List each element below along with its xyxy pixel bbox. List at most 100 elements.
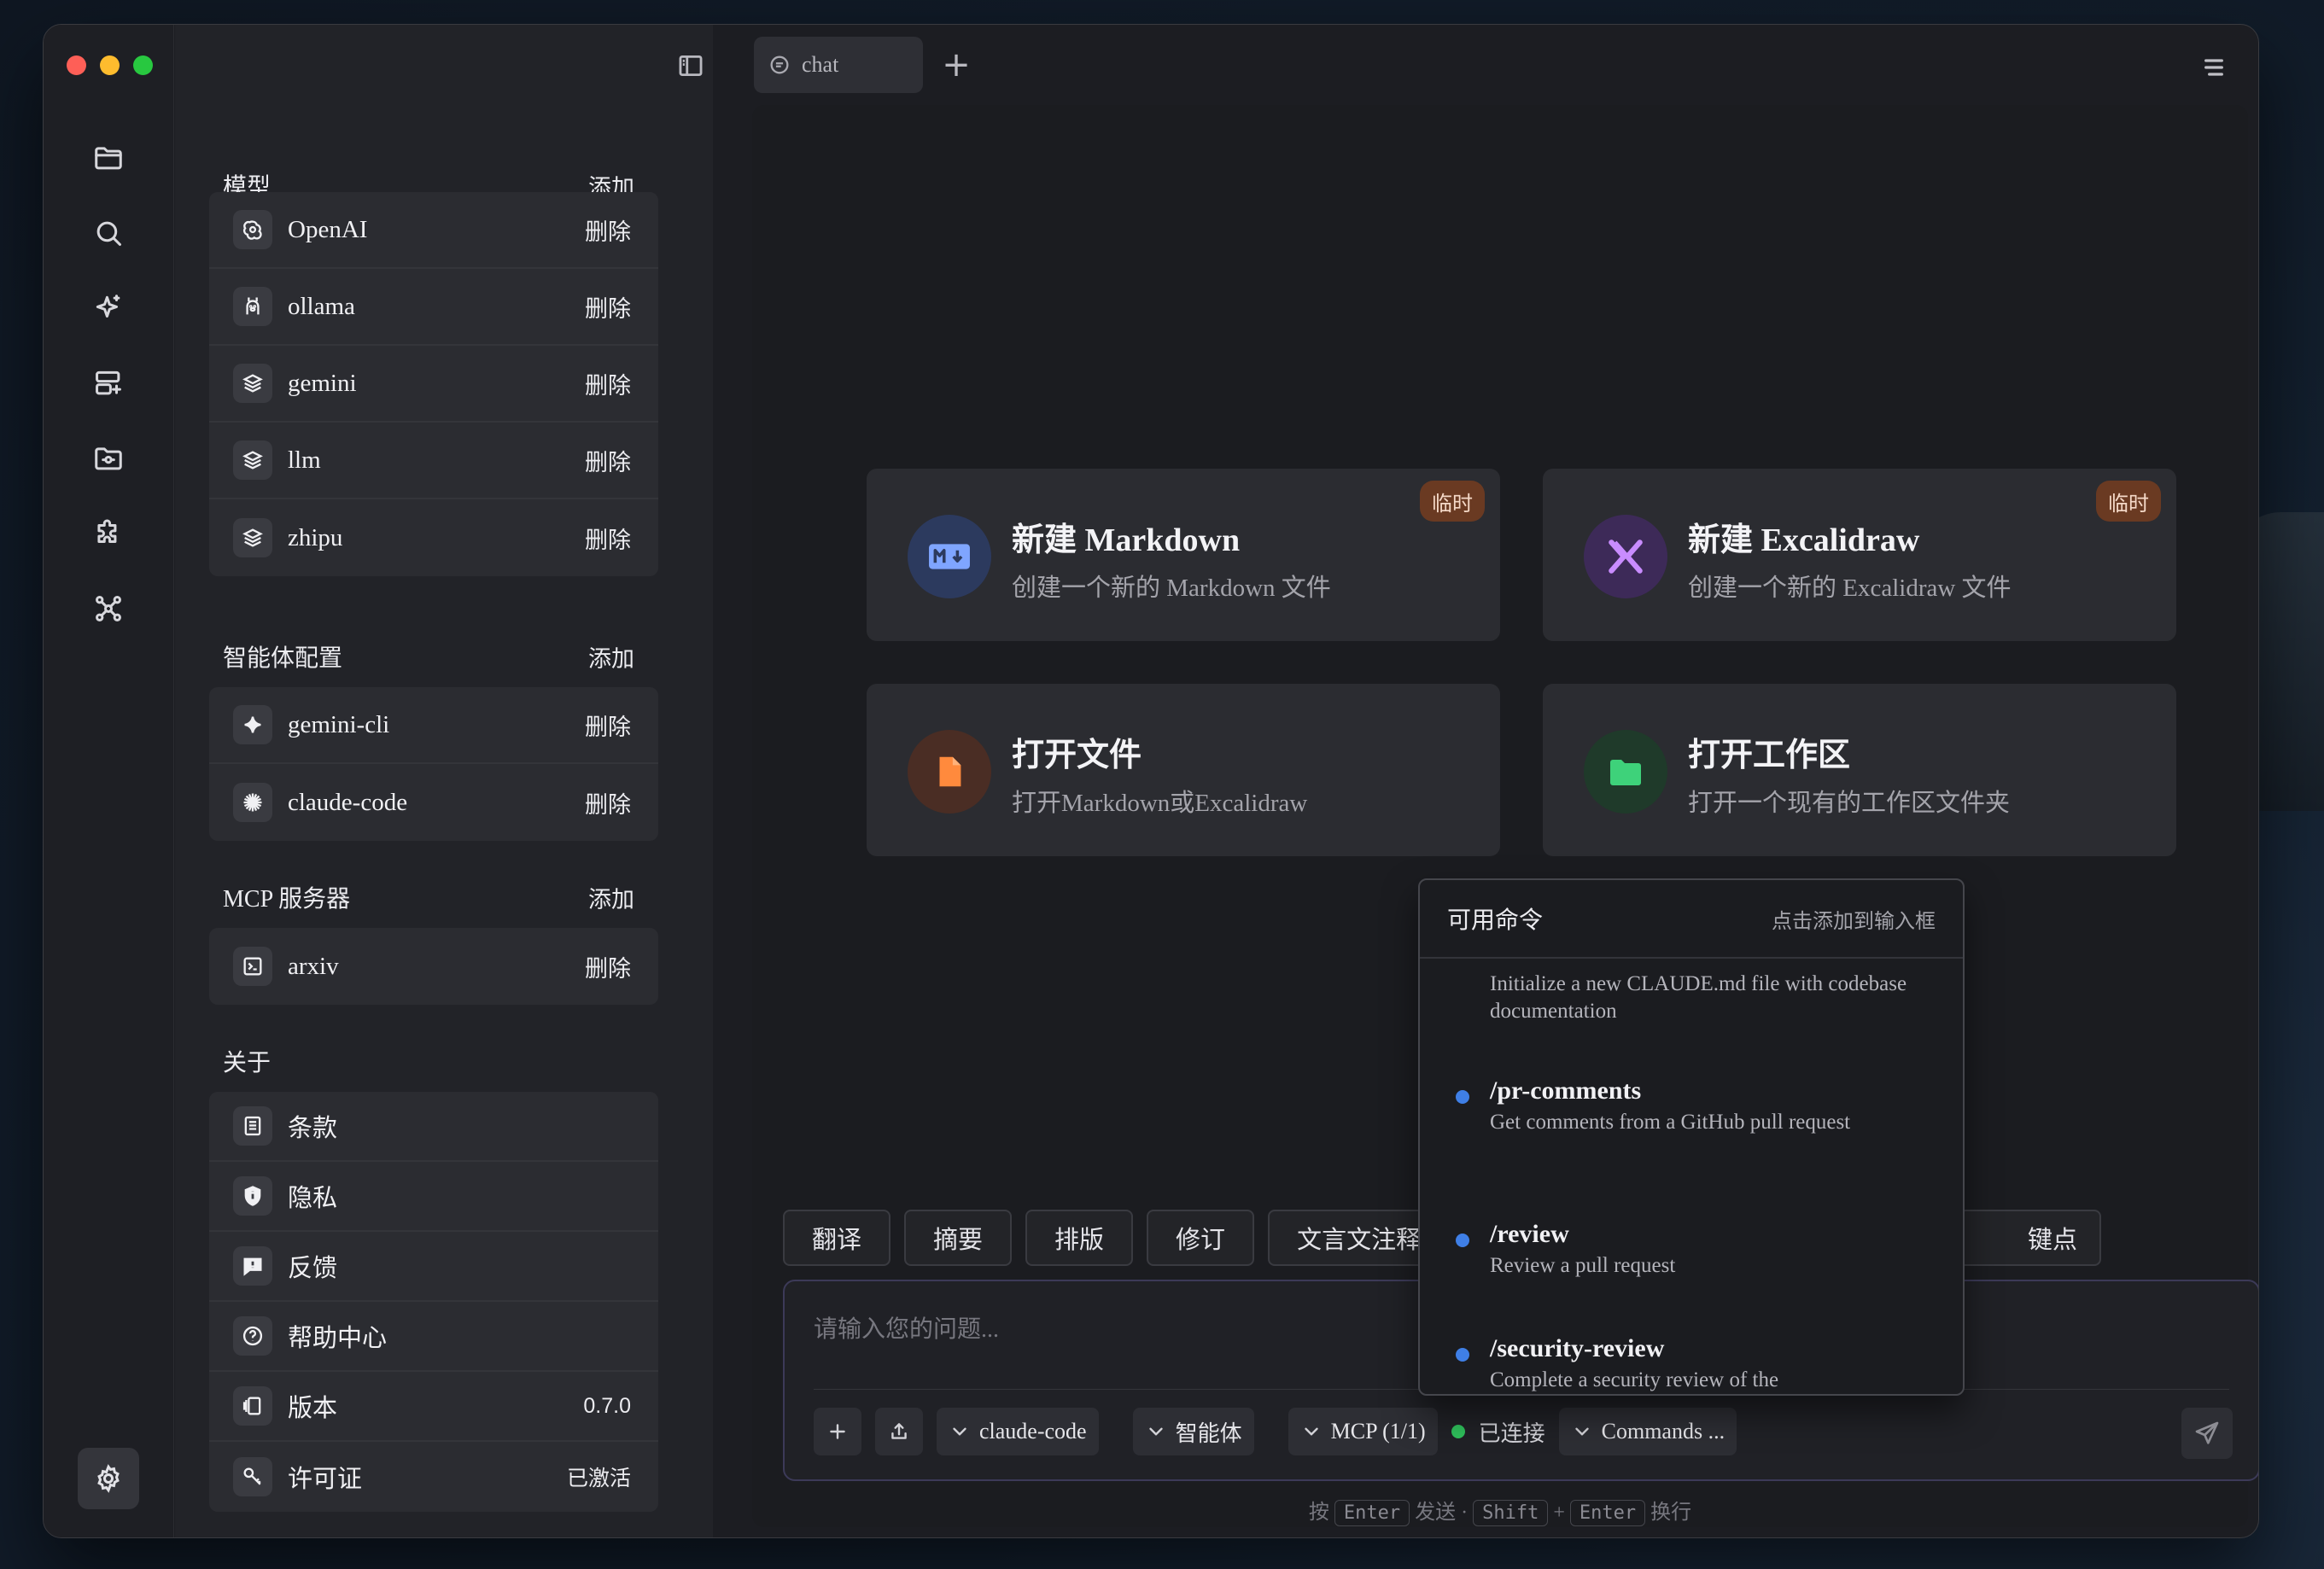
about-item-feedback[interactable]: 反馈 (209, 1232, 658, 1302)
send-button[interactable] (2181, 1408, 2233, 1459)
delete-mcp-button[interactable]: 删除 (585, 950, 631, 983)
mcp-menu[interactable]: MCP (1/1) (1288, 1408, 1438, 1455)
model-label: gemini (288, 369, 357, 397)
command-item-pr-comments[interactable]: /pr-comments Get comments from a GitHub … (1456, 1076, 1934, 1136)
model-row-openai[interactable]: OpenAI 删除 (209, 192, 658, 269)
commands-menu[interactable]: Commands ... (1558, 1408, 1737, 1455)
version-value: 0.7.0 (583, 1393, 631, 1418)
model-row-llm[interactable]: llm 删除 (209, 423, 658, 499)
chip-summary[interactable]: 摘要 (904, 1210, 1013, 1266)
version-icon (233, 1386, 272, 1426)
delete-model-button[interactable]: 删除 (585, 522, 631, 555)
command-dot (1456, 1234, 1469, 1247)
settings-button[interactable] (78, 1448, 139, 1509)
about-label: 反馈 (288, 1255, 338, 1282)
chip-format[interactable]: 排版 (1025, 1210, 1134, 1266)
sidebar-toggle-button[interactable] (672, 47, 709, 85)
license-status: 已激活 (566, 1467, 631, 1490)
menu-icon (2204, 59, 2223, 76)
sidebar-icon (679, 55, 703, 77)
command-description: Initialize a new CLAUDE.md file with cod… (1490, 972, 1907, 1023)
about-item-terms[interactable]: 条款 (209, 1092, 658, 1162)
card-description: 创建一个新的 Excalidraw 文件 (1688, 575, 2012, 602)
close-window-button[interactable] (67, 55, 86, 75)
about-card: 条款 隐私 反馈 帮助中心 版本 0.7.0 许可证 已激活 (209, 1092, 658, 1512)
delete-model-button[interactable]: 删除 (585, 213, 631, 247)
hint-newline: 换行 (1650, 1502, 1692, 1524)
command-dot (1456, 1348, 1469, 1362)
agent-menu[interactable]: 智能体 (1132, 1408, 1254, 1455)
about-label: 版本 (288, 1395, 338, 1422)
tab-chat[interactable]: chat (754, 37, 923, 93)
delete-model-button[interactable]: 删除 (585, 367, 631, 400)
delete-agent-button[interactable]: 删除 (585, 709, 631, 742)
delete-model-button[interactable]: 删除 (585, 290, 631, 324)
new-excalidraw-card[interactable]: 新建 Excalidraw 创建一个新的 Excalidraw 文件 临时 (1543, 469, 2176, 641)
add-mcp-button[interactable]: 添加 (588, 881, 634, 914)
about-label: 帮助中心 (288, 1325, 388, 1352)
mcp-row-arxiv[interactable]: arxiv 删除 (209, 928, 658, 1005)
command-description: Complete a security review of the (1490, 1368, 1779, 1391)
upload-button[interactable] (875, 1408, 923, 1455)
model-row-zhipu[interactable]: zhipu 删除 (209, 499, 658, 576)
model-label: zhipu (288, 523, 343, 551)
layers-icon (233, 364, 272, 403)
ollama-icon (233, 287, 272, 326)
add-agent-button[interactable]: 添加 (588, 640, 634, 674)
shield-icon (233, 1176, 272, 1216)
folder-settings-icon[interactable] (88, 438, 129, 479)
quick-actions: 翻译 摘要 排版 修订 文言文注释 (783, 1210, 1451, 1266)
chevron-down-icon (1304, 1427, 1318, 1436)
commands-menu-label: Commands ... (1601, 1419, 1725, 1444)
puzzle-icon[interactable] (88, 513, 129, 554)
minimize-window-button[interactable] (100, 55, 120, 75)
agent-select-value: claude-code (979, 1419, 1087, 1444)
open-workspace-card[interactable]: 打开工作区 打开一个现有的工作区文件夹 (1543, 684, 2176, 856)
about-label: 条款 (288, 1115, 338, 1142)
chip-translate[interactable]: 翻译 (783, 1210, 891, 1266)
agent-menu-label: 智能体 (1175, 1420, 1242, 1446)
chevron-down-icon (953, 1427, 966, 1436)
temporary-badge: 临时 (1420, 481, 1485, 522)
network-icon[interactable] (88, 588, 129, 629)
sparkle-icon (233, 705, 272, 744)
command-item-security-review[interactable]: /security-review Complete a security rev… (1456, 1334, 1934, 1394)
about-item-help[interactable]: 帮助中心 (209, 1302, 658, 1372)
server-icon[interactable] (88, 363, 129, 404)
hint-press: 按 (1308, 1502, 1329, 1524)
new-markdown-card[interactable]: 新建 Markdown 创建一个新的 Markdown 文件 临时 (867, 469, 1500, 641)
model-label: llm (288, 446, 321, 474)
new-tab-button[interactable]: + (937, 45, 976, 85)
model-row-gemini[interactable]: gemini 删除 (209, 346, 658, 423)
agents-title: 智能体配置 (223, 645, 343, 672)
popup-hint: 点击添加到输入框 (1772, 910, 1936, 933)
about-item-privacy[interactable]: 隐私 (209, 1162, 658, 1232)
zoom-window-button[interactable] (133, 55, 153, 75)
gear-icon (97, 1464, 120, 1493)
open-file-card[interactable]: 打开文件 打开Markdown或Excalidraw (867, 684, 1500, 856)
help-icon (233, 1316, 272, 1356)
about-item-license[interactable]: 许可证 已激活 (209, 1442, 658, 1512)
model-row-ollama[interactable]: ollama 删除 (209, 269, 658, 346)
delete-model-button[interactable]: 删除 (585, 444, 631, 477)
menu-button[interactable] (2195, 49, 2233, 86)
send-icon (2195, 1421, 2219, 1444)
chat-input[interactable]: 请输入您的问题... (814, 1310, 999, 1344)
command-item-review[interactable]: /review Review a pull request (1456, 1220, 1934, 1280)
about-item-version: 版本 0.7.0 (209, 1372, 658, 1442)
sparkles-icon[interactable] (88, 288, 129, 329)
search-icon[interactable] (88, 213, 129, 254)
chip-revise[interactable]: 修订 (1147, 1210, 1255, 1266)
tab-label: chat (802, 52, 839, 77)
agent-select[interactable]: claude-code (937, 1408, 1099, 1455)
add-button[interactable] (814, 1408, 861, 1455)
about-label: 许可证 (288, 1466, 363, 1493)
keyboard-hint: 按 Enter 发送 · Shift + Enter 换行 (752, 1495, 2248, 1526)
chevron-down-icon (1148, 1427, 1163, 1436)
agent-row-claude-code[interactable]: claude-code 删除 (209, 764, 658, 841)
agent-row-gemini-cli[interactable]: gemini-cli 删除 (209, 687, 658, 764)
delete-agent-button[interactable]: 删除 (585, 786, 631, 819)
mcp-menu-label: MCP (1/1) (1330, 1419, 1426, 1444)
command-item-init[interactable]: Initialize a new CLAUDE.md file with cod… (1490, 967, 1934, 1025)
folder-icon[interactable] (88, 137, 129, 178)
